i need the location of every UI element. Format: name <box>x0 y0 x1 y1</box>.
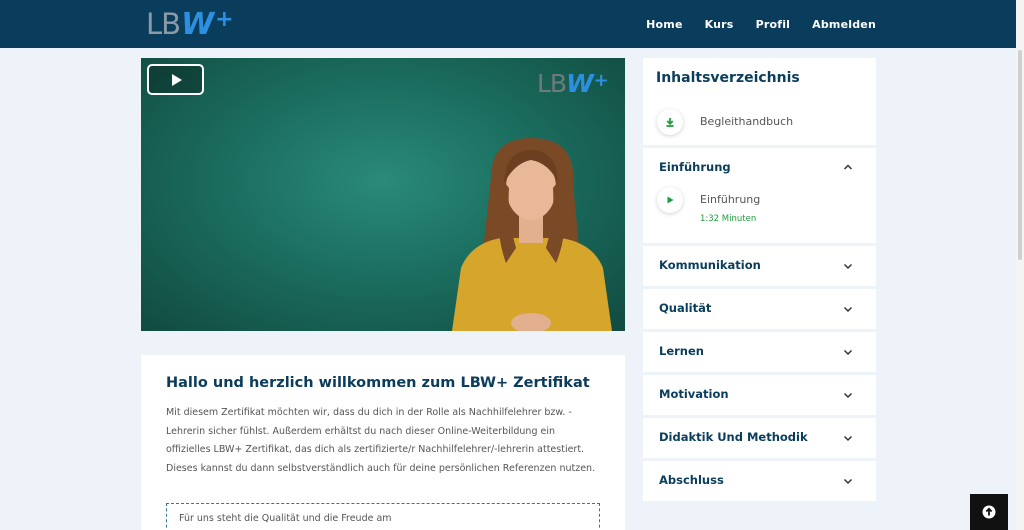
download-icon-circle[interactable] <box>657 109 683 135</box>
lbw-logo[interactable]: LB W + <box>146 7 234 42</box>
watermark-lb: LB <box>537 69 567 98</box>
lesson-duration: 1:32 Minuten <box>700 214 757 224</box>
logo-plus-text: + <box>215 7 234 32</box>
toc-section-label[interactable]: Lernen <box>659 344 704 358</box>
toc-title: Inhaltsverzeichnis <box>656 70 800 86</box>
quote-box: Für uns steht die Qualität und die Freud… <box>166 503 600 530</box>
toc-section-label[interactable]: Didaktik Und Methodik <box>659 430 808 444</box>
welcome-title: Hallo und herzlich willkommen zum LBW+ Z… <box>166 375 590 391</box>
logo-lb-text: LB <box>146 7 181 41</box>
nav-kurs-link[interactable]: Kurs <box>705 18 734 31</box>
nav-profil-link[interactable]: Profil <box>756 18 791 31</box>
chevron-up-icon[interactable] <box>843 162 853 172</box>
lesson-title[interactable]: Einführung <box>700 193 760 206</box>
chevron-down-icon[interactable] <box>843 261 853 271</box>
main-nav: Home Kurs Profil Abmelden <box>624 0 876 48</box>
toc-section-label[interactable]: Motivation <box>659 387 729 401</box>
nav-home-link[interactable]: Home <box>646 18 683 31</box>
watermark-w: W <box>566 69 594 98</box>
arrow-up-icon <box>982 505 996 519</box>
logo-w-text: W <box>181 7 215 42</box>
video-play-button[interactable] <box>147 64 204 95</box>
nav-abmelden-link[interactable]: Abmelden <box>812 18 876 31</box>
chevron-down-icon[interactable] <box>843 347 853 357</box>
toc-section-label[interactable]: Abschluss <box>659 473 724 487</box>
chevron-down-icon[interactable] <box>843 433 853 443</box>
welcome-paragraph: Mit diesem Zertifikat möchten wir, dass … <box>166 407 596 474</box>
chevron-down-icon[interactable] <box>843 390 853 400</box>
play-icon <box>667 196 674 204</box>
toc-section-label[interactable]: Qualität <box>659 301 711 315</box>
lesson-play-icon-circle[interactable] <box>657 187 683 213</box>
back-to-top-button[interactable] <box>970 494 1008 530</box>
presenter-image <box>452 138 612 331</box>
video-watermark-logo: LB W + <box>537 70 609 98</box>
video-player[interactable] <box>141 58 625 331</box>
watermark-plus: + <box>593 70 609 91</box>
toc-section-label[interactable]: Kommunikation <box>659 258 761 272</box>
toc-section-einfuehrung-label[interactable]: Einführung <box>659 160 731 174</box>
toc-handbook-label[interactable]: Begleithandbuch <box>700 115 793 128</box>
chevron-down-icon[interactable] <box>843 304 853 314</box>
play-icon <box>172 73 182 86</box>
quote-text: Für uns steht die Qualität und die Freud… <box>179 513 392 524</box>
chevron-down-icon[interactable] <box>843 476 853 486</box>
download-icon <box>666 118 674 127</box>
scrollbar-thumb[interactable] <box>1018 50 1022 260</box>
